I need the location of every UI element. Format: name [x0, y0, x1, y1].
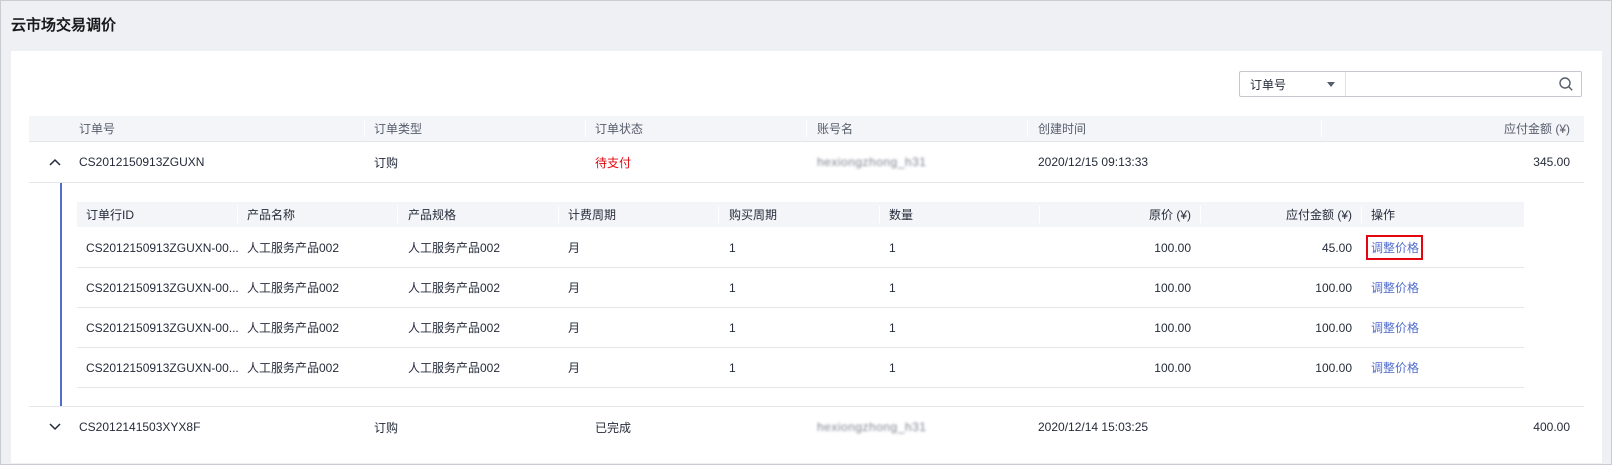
product-name: 人工服务产品002	[247, 241, 340, 255]
purchase-period: 1	[729, 320, 736, 335]
order-type: 订购	[374, 155, 399, 170]
column-header: 原价 (¥)	[1148, 208, 1191, 222]
column-header: 应付金额 (¥)	[1285, 208, 1352, 222]
original-price: 100.00	[1154, 240, 1191, 255]
created-time: 2020/12/14 15:03:25	[1038, 420, 1149, 434]
billing-cycle: 月	[568, 361, 581, 375]
quantity: 1	[889, 360, 896, 375]
original-price: 100.00	[1154, 360, 1191, 375]
table-row[interactable]: CS2012141503XYX8F 订购 已完成 hexiongzhong_h3…	[29, 407, 1584, 447]
sub-table-row: CS2012150913ZGUXN-00... 人工服务产品002 人工服务产品…	[77, 228, 1524, 268]
payable-amount: 100.00	[1315, 320, 1352, 335]
product-spec: 人工服务产品002	[408, 361, 501, 375]
column-header: 产品规格	[408, 208, 457, 222]
line-id: CS2012150913ZGUXN-00...	[86, 320, 239, 335]
adjust-price-link[interactable]: 调整价格	[1371, 268, 1419, 307]
line-id: CS2012150913ZGUXN-00...	[86, 240, 239, 255]
purchase-period: 1	[729, 280, 736, 295]
sub-table-header: 订单行ID 产品名称 产品规格 计费周期 购买周期 数量 原价 (¥) 应付金额…	[77, 202, 1524, 227]
order-detail-panel: 订单行ID 产品名称 产品规格 计费周期 购买周期 数量 原价 (¥) 应付金额…	[29, 183, 1584, 407]
search-field-label: 订单号	[1250, 77, 1287, 92]
product-name: 人工服务产品002	[247, 321, 340, 335]
order-id: CS2012150913ZGUXN	[79, 155, 205, 169]
column-header: 计费周期	[568, 208, 617, 222]
column-header: 操作	[1371, 208, 1396, 222]
line-id: CS2012150913ZGUXN-00...	[86, 360, 239, 375]
sub-table-row: CS2012150913ZGUXN-00... 人工服务产品002 人工服务产品…	[77, 268, 1524, 308]
table-row[interactable]: CS2012150913ZGUXN 订购 待支付 hexiongzhong_h3…	[29, 142, 1584, 183]
chevron-up-icon[interactable]	[49, 142, 61, 182]
page-title: 云市场交易调价	[11, 17, 117, 34]
payable-amount: 345.00	[1533, 155, 1570, 169]
original-price: 100.00	[1154, 320, 1191, 335]
account-name: hexiongzhong_h31	[817, 420, 927, 434]
product-name: 人工服务产品002	[247, 361, 340, 375]
quantity: 1	[889, 320, 896, 335]
adjust-price-link[interactable]: 调整价格	[1371, 228, 1419, 267]
column-header: 订单行ID	[86, 208, 135, 222]
column-header: 订单号	[79, 122, 116, 136]
product-name: 人工服务产品002	[247, 281, 340, 295]
chevron-down-icon[interactable]	[49, 407, 61, 447]
column-header: 购买周期	[729, 208, 778, 222]
order-status: 已完成	[595, 420, 632, 435]
billing-cycle: 月	[568, 281, 581, 295]
column-header: 数量	[889, 208, 914, 222]
billing-cycle: 月	[568, 241, 581, 255]
line-id: CS2012150913ZGUXN-00...	[86, 280, 239, 295]
original-price: 100.00	[1154, 280, 1191, 295]
order-status: 待支付	[595, 155, 632, 170]
payable-amount: 100.00	[1315, 280, 1352, 295]
payable-amount: 400.00	[1533, 420, 1570, 434]
table-header: 订单号 订单类型 订单状态 账号名 创建时间 应付金额 (¥)	[29, 116, 1584, 142]
order-id: CS2012141503XYX8F	[79, 420, 201, 434]
billing-cycle: 月	[568, 321, 581, 335]
product-spec: 人工服务产品002	[408, 281, 501, 295]
column-header: 应付金额 (¥)	[1503, 122, 1570, 136]
payable-amount: 100.00	[1315, 360, 1352, 375]
column-header: 产品名称	[247, 208, 296, 222]
quantity: 1	[889, 240, 896, 255]
product-spec: 人工服务产品002	[408, 321, 501, 335]
quantity: 1	[889, 280, 896, 295]
product-spec: 人工服务产品002	[408, 241, 501, 255]
sub-table-row: CS2012150913ZGUXN-00... 人工服务产品002 人工服务产品…	[77, 308, 1524, 348]
search-input[interactable]	[1346, 72, 1551, 96]
adjust-price-link[interactable]: 调整价格	[1371, 348, 1419, 387]
search-icon[interactable]	[1551, 72, 1581, 96]
search-field-select[interactable]: 订单号	[1240, 72, 1346, 96]
purchase-period: 1	[729, 360, 736, 375]
payable-amount: 45.00	[1321, 240, 1352, 255]
order-type: 订购	[374, 420, 399, 435]
content-card: 订单号 订单号 订单类型 订单状态 账号名 创建时间 应付金额 (¥) CS20…	[11, 51, 1602, 463]
caret-down-icon	[1327, 81, 1335, 87]
created-time: 2020/12/15 09:13:33	[1038, 155, 1149, 169]
search-box: 订单号	[1239, 71, 1582, 97]
sub-table-row: CS2012150913ZGUXN-00... 人工服务产品002 人工服务产品…	[77, 348, 1524, 388]
detail-indicator-bar	[60, 183, 62, 406]
adjust-price-link[interactable]: 调整价格	[1371, 308, 1419, 347]
account-name: hexiongzhong_h31	[817, 155, 927, 169]
purchase-period: 1	[729, 240, 736, 255]
